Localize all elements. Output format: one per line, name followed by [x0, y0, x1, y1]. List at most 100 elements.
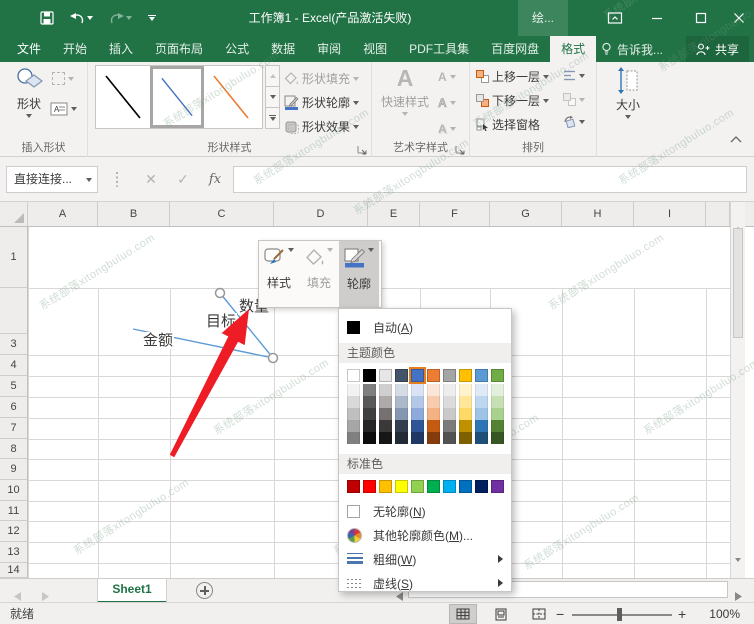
theme-color-variant-swatch[interactable]	[443, 408, 456, 420]
theme-color-variant-swatch[interactable]	[411, 420, 424, 432]
text-fill-button[interactable]: A	[438, 70, 456, 84]
group-objects-button[interactable]	[563, 93, 585, 106]
theme-color-variant-swatch[interactable]	[411, 396, 424, 408]
theme-color-variant-swatch[interactable]	[379, 384, 392, 396]
theme-color-variant-swatch[interactable]	[475, 396, 488, 408]
row-header[interactable]: 3	[0, 334, 28, 355]
standard-color-swatch[interactable]	[491, 480, 504, 493]
theme-color-variant-swatch[interactable]	[363, 384, 376, 396]
column-header[interactable]: E	[368, 202, 420, 226]
style-button[interactable]: 样式	[259, 241, 299, 307]
theme-color-variant-swatch[interactable]	[347, 396, 360, 408]
standard-color-swatch[interactable]	[411, 480, 424, 493]
theme-color-variant-swatch[interactable]	[379, 396, 392, 408]
size-button[interactable]: 大小	[608, 67, 648, 119]
zo​om-out-button[interactable]: −	[556, 603, 564, 624]
row-header[interactable]: 10	[0, 480, 28, 501]
row-header[interactable]: 12	[0, 521, 28, 542]
zoom-slider-thumb[interactable]	[617, 608, 622, 621]
theme-color-variant-swatch[interactable]	[347, 408, 360, 420]
theme-color-variant-swatch[interactable]	[491, 420, 504, 432]
theme-color-variant-swatch[interactable]	[411, 408, 424, 420]
row-header[interactable]: 5	[0, 376, 28, 397]
column-header[interactable]: D	[274, 202, 368, 226]
row-header[interactable]	[0, 288, 28, 334]
text-box-button[interactable]: A	[50, 102, 77, 116]
undo-dropdown-icon[interactable]	[87, 16, 93, 20]
theme-color-variant-swatch[interactable]	[427, 408, 440, 420]
collapse-ribbon-button[interactable]	[730, 130, 742, 148]
theme-color-variant-swatch[interactable]	[475, 432, 488, 444]
theme-color-variant-swatch[interactable]	[363, 396, 376, 408]
theme-color-swatch[interactable]	[347, 369, 360, 382]
theme-color-variant-swatch[interactable]	[459, 396, 472, 408]
standard-color-swatch[interactable]	[379, 480, 392, 493]
row-header[interactable]: 6	[0, 397, 28, 418]
theme-color-variant-swatch[interactable]	[347, 420, 360, 432]
shape-styles-gallery[interactable]	[95, 65, 263, 129]
menu-item-no-outline[interactable]: 无轮廓(N)	[339, 499, 511, 523]
zoom-slider-track[interactable]	[572, 614, 672, 616]
row-header[interactable]: 8	[0, 439, 28, 459]
wordart-dialog-launcher-icon[interactable]	[455, 143, 466, 154]
gallery-style-option[interactable]	[204, 66, 258, 128]
theme-color-variant-swatch[interactable]	[459, 432, 472, 444]
theme-color-variant-swatch[interactable]	[395, 420, 408, 432]
ribbon-tab[interactable]: 开始	[52, 36, 98, 62]
insert-function-button[interactable]: fx	[202, 166, 228, 193]
theme-color-variant-swatch[interactable]	[427, 384, 440, 396]
gallery-scroll-down-button[interactable]	[265, 87, 280, 108]
save-button[interactable]	[40, 11, 54, 25]
rotate-button[interactable]	[563, 116, 585, 128]
menu-item-dashes[interactable]: 虚线(S)	[339, 571, 511, 595]
theme-color-variant-swatch[interactable]	[379, 432, 392, 444]
theme-color-swatch[interactable]	[363, 369, 376, 382]
theme-color-variant-swatch[interactable]	[379, 420, 392, 432]
redo-button[interactable]	[109, 12, 132, 25]
close-button[interactable]	[724, 0, 754, 36]
standard-color-swatch[interactable]	[443, 480, 456, 493]
undo-button[interactable]	[70, 12, 93, 25]
vertical-scrollbar[interactable]	[730, 202, 745, 578]
contextual-tab-group-drawing-tools[interactable]: 绘...	[518, 0, 568, 36]
ribbon-tab[interactable]: 页面布局	[144, 36, 214, 62]
menu-item-automatic[interactable]: 自动(A)	[339, 315, 511, 339]
theme-color-swatch[interactable]	[379, 369, 392, 382]
theme-color-variant-swatch[interactable]	[491, 384, 504, 396]
column-header-partial[interactable]	[706, 202, 730, 226]
theme-color-swatch[interactable]	[411, 369, 424, 382]
formula-bar-splitter[interactable]	[116, 172, 118, 187]
scroll-up-icon[interactable]	[735, 210, 741, 228]
row-header[interactable]: 11	[0, 501, 28, 521]
zoom-in-button[interactable]: +	[678, 603, 686, 624]
theme-color-variant-swatch[interactable]	[443, 420, 456, 432]
theme-color-variant-swatch[interactable]	[427, 420, 440, 432]
quick-styles-button[interactable]: A 快速样式	[378, 65, 432, 116]
ribbon-display-options-button[interactable]	[600, 0, 630, 36]
share-button[interactable]: 共享	[686, 36, 749, 62]
formula-input[interactable]	[233, 166, 747, 193]
name-box[interactable]: 直接连接...	[6, 166, 98, 193]
new-sheet-button[interactable]	[196, 582, 213, 599]
row-header[interactable]: 7	[0, 418, 28, 439]
text-outline-button[interactable]: A	[438, 96, 456, 110]
theme-color-swatch[interactable]	[459, 369, 472, 382]
menu-item-more-outline-colors[interactable]: 其他轮廓颜色(M)...	[339, 523, 511, 547]
bring-forward-button[interactable]: 上移一层	[476, 68, 549, 85]
gallery-style-option[interactable]	[150, 66, 204, 128]
gallery-style-option[interactable]	[96, 66, 150, 128]
row-header[interactable]: 9	[0, 459, 28, 480]
menu-item-weight[interactable]: 粗细(W)	[339, 547, 511, 571]
align-button[interactable]	[563, 70, 585, 81]
standard-color-swatch[interactable]	[459, 480, 472, 493]
sheet-tab-sheet1[interactable]: Sheet1	[97, 579, 167, 603]
ribbon-tab[interactable]: 百度网盘	[480, 36, 550, 62]
shape-effects-button[interactable]: 形状效果	[284, 118, 359, 135]
theme-color-variant-swatch[interactable]	[395, 396, 408, 408]
theme-color-variant-swatch[interactable]	[475, 384, 488, 396]
theme-color-variant-swatch[interactable]	[411, 384, 424, 396]
enter-button[interactable]: ✓	[170, 166, 196, 193]
column-header[interactable]: I	[634, 202, 706, 226]
theme-color-variant-swatch[interactable]	[443, 432, 456, 444]
normal-view-button[interactable]	[449, 604, 477, 624]
